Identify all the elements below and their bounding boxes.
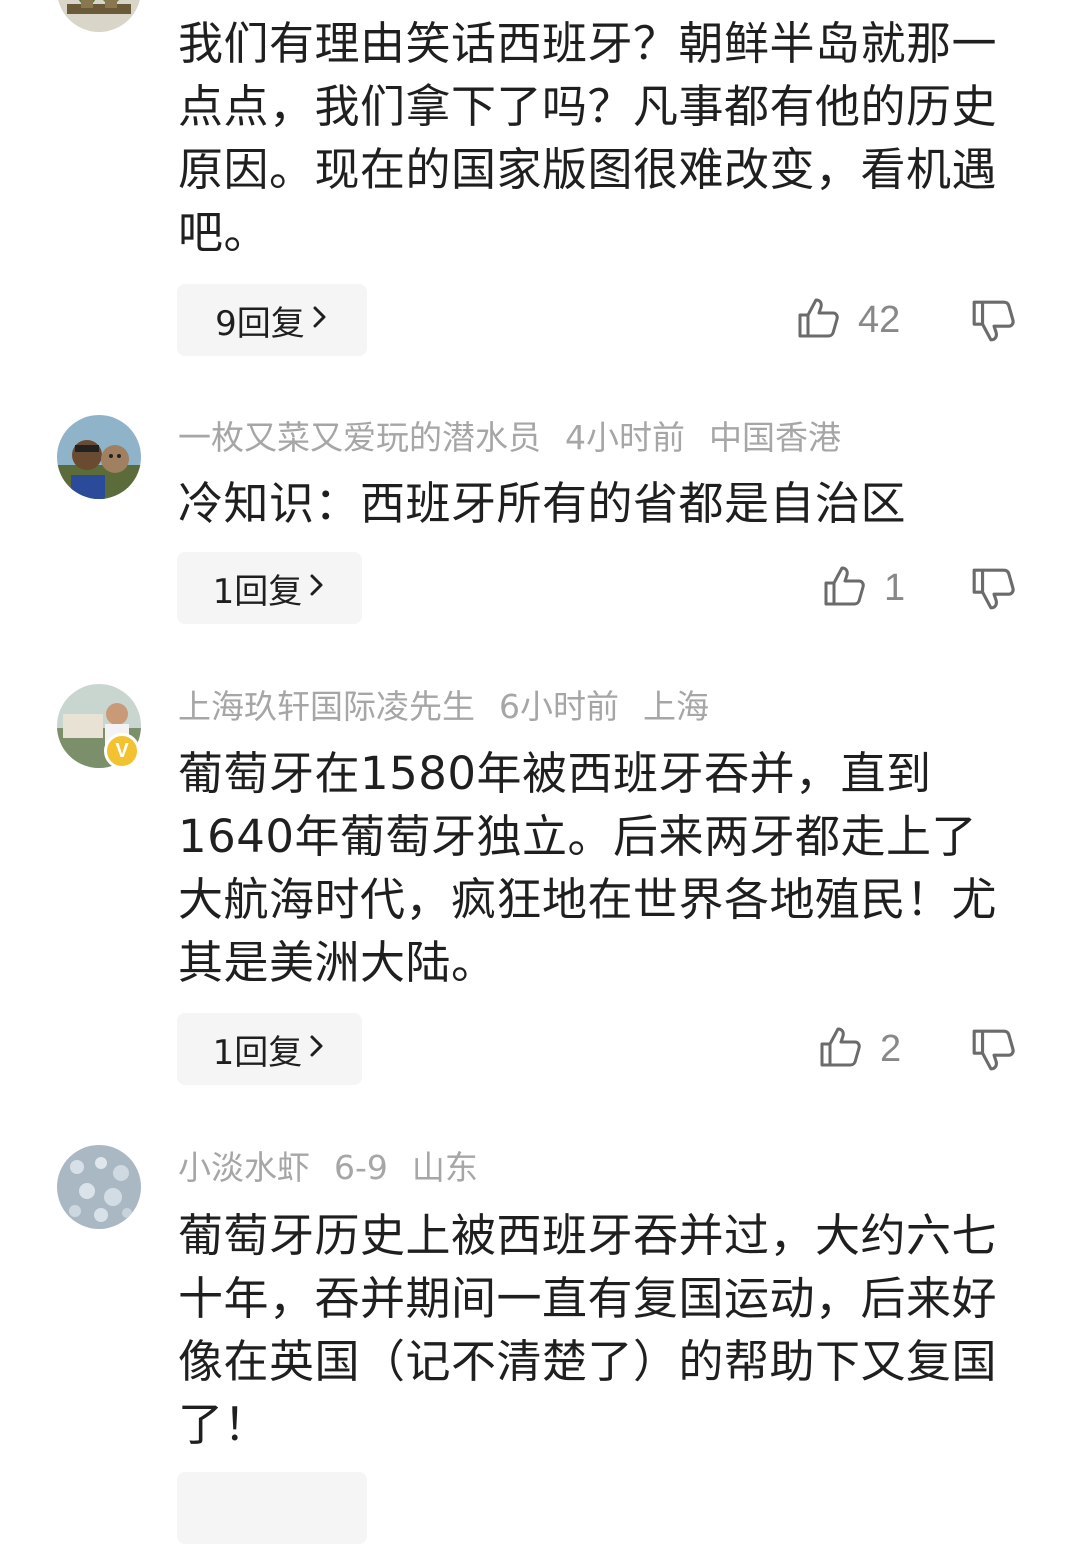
like-count: 42 bbox=[858, 298, 901, 341]
username[interactable]: 一枚又菜又爱玩的潜水员 bbox=[178, 418, 541, 457]
timestamp: 6-9 bbox=[334, 1148, 388, 1187]
user-avatar[interactable] bbox=[57, 415, 141, 499]
like-button[interactable]: 2 bbox=[818, 1019, 901, 1079]
comment-meta: 一枚又菜又爱玩的潜水员 4小时前 中国香港 bbox=[178, 413, 865, 463]
dislike-button[interactable] bbox=[970, 1027, 1016, 1073]
location: 山东 bbox=[411, 1148, 478, 1187]
comment-text: 我们有理由笑话西班牙？朝鲜半岛就那一点点，我们拿下了吗？凡事都有他的历史原因。现… bbox=[178, 17, 998, 259]
dislike-button[interactable] bbox=[970, 298, 1016, 344]
comment-meta: 小淡水虾 6-9 山东 bbox=[178, 1143, 502, 1193]
user-avatar[interactable] bbox=[57, 0, 141, 32]
thumbs-down-icon bbox=[970, 568, 1016, 616]
replies-count: 1回复 bbox=[212, 571, 303, 612]
comment-text: 葡萄牙在1580年被西班牙吞并，直到1640年葡萄牙独立。后来两牙都走上了大航海… bbox=[178, 747, 998, 989]
timestamp: 4小时前 bbox=[565, 418, 685, 457]
replies-button[interactable]: 1回复 bbox=[177, 1013, 362, 1085]
username[interactable]: 小淡水虾 bbox=[178, 1148, 310, 1187]
thumbs-up-icon bbox=[822, 564, 866, 612]
comment-text: 葡萄牙历史上被西班牙吞并过，大约六七十年，吞并期间一直有复国运动，后来好像在英国… bbox=[178, 1209, 998, 1451]
verified-badge: V bbox=[104, 733, 140, 769]
chevron-right-icon bbox=[311, 300, 329, 340]
thumbs-up-icon bbox=[796, 296, 840, 344]
username[interactable]: 上海玖轩国际凌先生 bbox=[178, 687, 475, 726]
chevron-right-icon bbox=[308, 568, 326, 608]
like-count: 1 bbox=[884, 566, 906, 609]
replies-count: 9回复 bbox=[215, 303, 305, 344]
location: 上海 bbox=[643, 687, 709, 726]
like-button[interactable]: 1 bbox=[822, 558, 905, 618]
replies-button[interactable] bbox=[177, 1472, 367, 1544]
comment-text: 冷知识：西班牙所有的省都是自治区 bbox=[178, 477, 907, 530]
replies-count: 1回复 bbox=[212, 1032, 303, 1073]
replies-button[interactable]: 9回复 bbox=[177, 284, 367, 356]
thumbs-up-icon bbox=[818, 1025, 862, 1073]
thumbs-down-icon bbox=[970, 1029, 1016, 1077]
chevron-right-icon bbox=[308, 1029, 326, 1069]
location: 中国香港 bbox=[709, 418, 841, 457]
thumbs-down-icon bbox=[970, 300, 1016, 348]
user-avatar[interactable] bbox=[57, 1145, 141, 1229]
comment-meta: 上海玖轩国际凌先生 6小时前 上海 bbox=[178, 682, 733, 732]
timestamp: 6小时前 bbox=[499, 687, 619, 726]
like-button[interactable]: 42 bbox=[796, 290, 900, 350]
replies-button[interactable]: 1回复 bbox=[177, 552, 362, 624]
dislike-button[interactable] bbox=[970, 566, 1016, 612]
like-count: 2 bbox=[880, 1027, 902, 1070]
